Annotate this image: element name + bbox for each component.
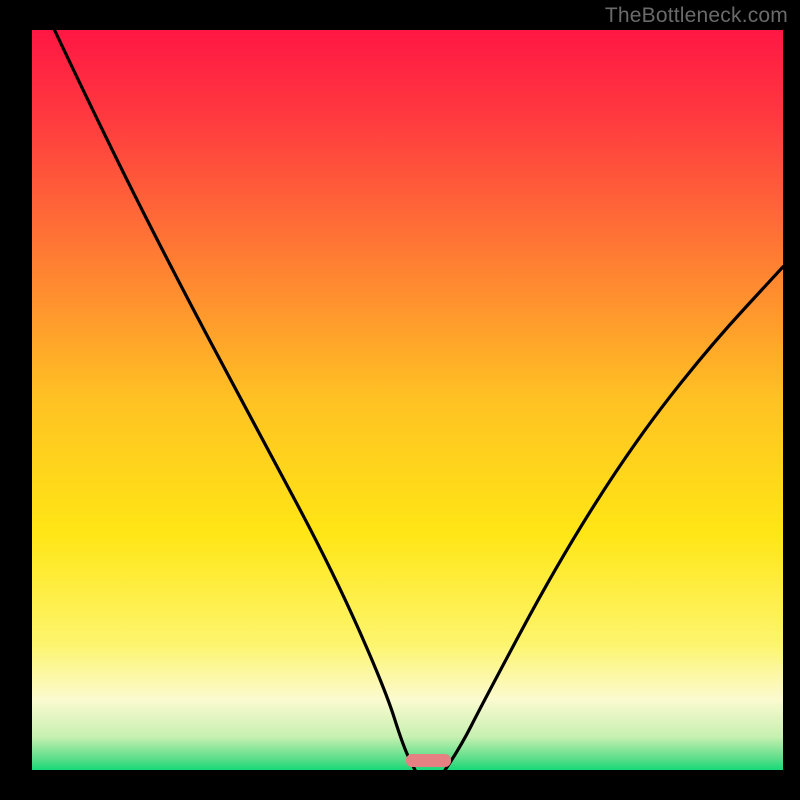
plot-background xyxy=(32,30,783,770)
watermark-text: TheBottleneck.com xyxy=(605,4,788,28)
chart-frame: TheBottleneck.com xyxy=(0,0,800,800)
bottleneck-chart-svg xyxy=(0,0,800,800)
sweet-spot-marker xyxy=(406,754,451,767)
